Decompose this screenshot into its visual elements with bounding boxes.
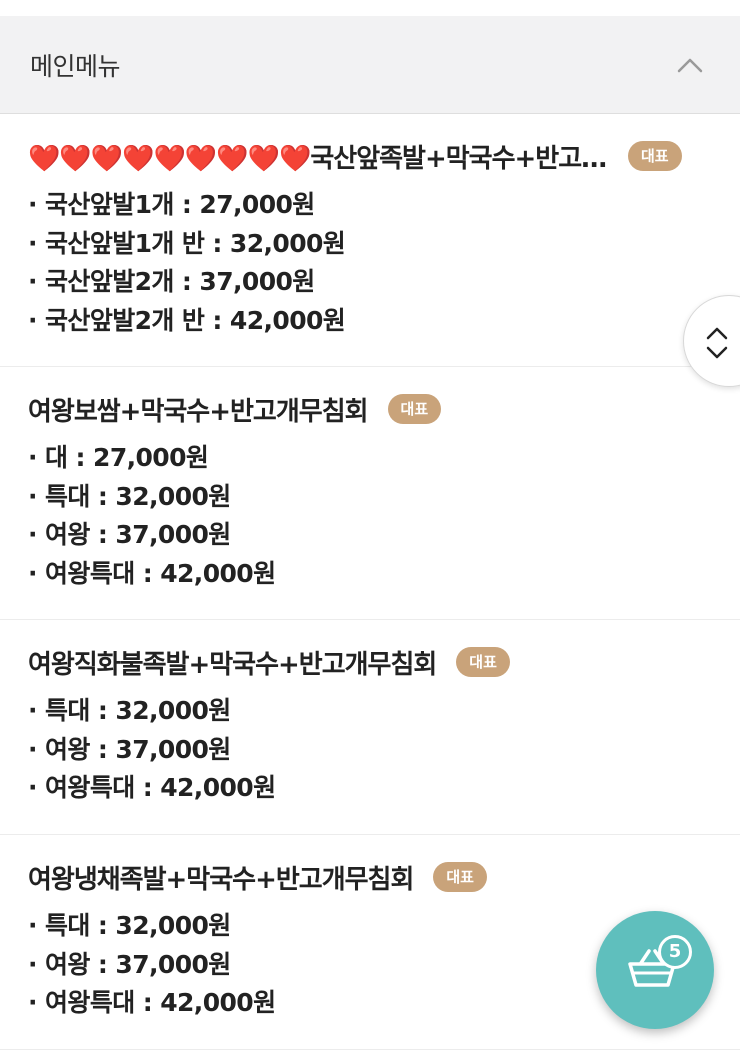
- representative-badge: 대표: [387, 394, 442, 424]
- menu-item[interactable]: 여왕직화불족발+막국수+반고개무침회 대표 특대 : 32,000원 여왕 : …: [0, 620, 740, 835]
- menu-item-name: ❤️❤️❤️❤️❤️❤️❤️❤️❤️국산앞족발+막국수+반고개무침회: [28, 143, 608, 174]
- menu-item-name: 여왕직화불족발+막국수+반고개무침회: [28, 649, 437, 680]
- menu-item-head: 여왕냉채족발+막국수+반고개무침회 대표: [28, 857, 710, 897]
- price-option: 여왕 : 37,000원: [28, 516, 710, 555]
- representative-badge: 대표: [456, 647, 510, 677]
- section-title: 메인메뉴: [30, 51, 121, 81]
- price-option: 국산앞발2개 반 : 42,000원: [28, 302, 710, 341]
- price-list: 대 : 27,000원 특대 : 32,000원 여왕 : 37,000원 여왕…: [28, 439, 710, 593]
- main-menu-header[interactable]: 메인메뉴: [0, 16, 740, 114]
- representative-badge: 대표: [628, 141, 682, 171]
- menu-item-name: 여왕냉채족발+막국수+반고개무침회: [28, 864, 414, 895]
- price-option: 국산앞발2개 : 37,000원: [28, 263, 710, 302]
- price-list: 국산앞발1개 : 27,000원 국산앞발1개 반 : 32,000원 국산앞발…: [28, 186, 710, 340]
- collapse-button[interactable]: [670, 45, 710, 85]
- menu-item-name: 여왕보쌈+막국수+반고개무침회: [28, 396, 368, 427]
- price-option: 여왕 : 37,000원: [28, 731, 710, 770]
- menu-item-head: 여왕보쌈+막국수+반고개무침회 대표: [28, 389, 710, 429]
- top-strip: [0, 0, 740, 16]
- price-option: 국산앞발1개 : 27,000원: [28, 186, 710, 225]
- price-list: 특대 : 32,000원 여왕 : 37,000원 여왕특대 : 42,000원: [28, 692, 710, 808]
- chevron-up-icon: [677, 58, 703, 72]
- cart-count-badge: 5: [658, 935, 692, 969]
- up-down-chevron-icon: [706, 327, 728, 359]
- menu-item-head: ❤️❤️❤️❤️❤️❤️❤️❤️❤️국산앞족발+막국수+반고개무침회 대표: [28, 136, 710, 176]
- price-option: 특대 : 32,000원: [28, 478, 710, 517]
- menu-item-head: 여왕직화불족발+막국수+반고개무침회 대표: [28, 642, 710, 682]
- menu-item[interactable]: 여왕보쌈+막국수+반고개무침회 대표 대 : 27,000원 특대 : 32,0…: [0, 367, 740, 620]
- menu-item[interactable]: ❤️❤️❤️❤️❤️❤️❤️❤️❤️국산앞족발+막국수+반고개무침회 대표 국산…: [0, 114, 740, 367]
- price-option: 특대 : 32,000원: [28, 692, 710, 731]
- cart-button[interactable]: 5: [596, 911, 714, 1029]
- price-option: 여왕특대 : 42,000원: [28, 769, 710, 808]
- price-option: 국산앞발1개 반 : 32,000원: [28, 225, 710, 264]
- menu-list: ❤️❤️❤️❤️❤️❤️❤️❤️❤️국산앞족발+막국수+반고개무침회 대표 국산…: [0, 114, 740, 1050]
- representative-badge: 대표: [433, 862, 487, 892]
- price-option: 대 : 27,000원: [28, 439, 710, 478]
- price-option: 여왕특대 : 42,000원: [28, 555, 710, 594]
